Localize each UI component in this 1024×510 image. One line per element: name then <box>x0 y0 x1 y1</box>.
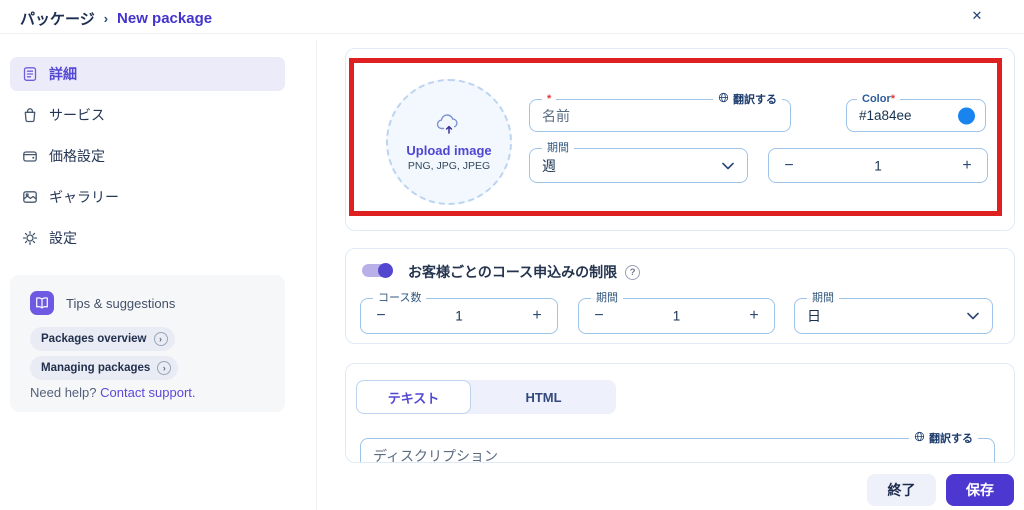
details-card: Upload image PNG, JPG, JPEG * 翻訳する Color… <box>345 48 1015 231</box>
limit-period-unit-label: 期間 <box>807 291 839 305</box>
name-field: * 翻訳する <box>529 92 791 132</box>
sidebar-item-label: 価格設定 <box>49 148 105 164</box>
course-count-stepper: コース数 − 1 + <box>360 291 558 334</box>
duration-stepper: − 1 + <box>768 148 988 183</box>
help-icon[interactable]: ? <box>625 264 641 280</box>
limit-period-unit-value: 日 <box>807 308 821 324</box>
chevron-down-icon <box>967 312 979 320</box>
close-icon[interactable]: ✕ <box>966 5 988 27</box>
duration-unit-label: 期間 <box>542 141 574 155</box>
sidebar-item-services[interactable]: サービス <box>10 98 285 132</box>
translate-button[interactable]: 翻訳する <box>713 92 782 107</box>
help-text: Need help? Contact support. <box>30 385 196 400</box>
sidebar-item-gallery[interactable]: ギャラリー <box>10 180 285 214</box>
document-icon <box>22 66 38 82</box>
sidebar-item-pricing[interactable]: 価格設定 <box>10 139 285 173</box>
course-limit-card: お客様ごとのコース申込みの制限 ? コース数 − 1 + 期間 − 1 + 期間… <box>345 248 1015 344</box>
upload-image-label: Upload image <box>406 143 492 158</box>
new-package-dialog: パッケージ › New package ✕ 詳細 サービス 価格設定 ギャラリー… <box>0 0 1024 510</box>
tips-link-managing-packages[interactable]: Managing packages › <box>30 356 179 380</box>
translate-label: 翻訳する <box>733 93 777 106</box>
translate-label: 翻訳する <box>929 432 973 445</box>
plus-button[interactable]: + <box>517 299 557 333</box>
duration-unit-value: 週 <box>542 157 556 174</box>
gallery-icon <box>22 189 38 205</box>
sidebar-item-label: 詳細 <box>49 66 77 82</box>
description-tabs: テキスト HTML <box>356 380 616 414</box>
upload-image-dropzone[interactable]: Upload image PNG, JPG, JPEG <box>386 79 512 205</box>
description-input[interactable] <box>361 439 994 462</box>
wallet-icon <box>22 148 38 164</box>
header-divider <box>0 33 1024 34</box>
upload-formats-label: PNG, JPG, JPEG <box>407 160 491 172</box>
globe-icon <box>914 431 925 446</box>
tips-title: Tips & suggestions <box>66 295 176 311</box>
sidebar-item-details[interactable]: 詳細 <box>10 57 285 91</box>
chevron-right-icon: › <box>157 361 172 375</box>
tab-text[interactable]: テキスト <box>356 380 471 414</box>
breadcrumb-packages[interactable]: パッケージ <box>20 8 95 29</box>
plus-button[interactable]: + <box>947 149 987 182</box>
globe-icon <box>718 92 729 107</box>
tips-panel: Tips & suggestions Packages overview › M… <box>10 275 285 412</box>
tab-html[interactable]: HTML <box>471 380 616 414</box>
contact-support-link[interactable]: Contact support. <box>100 385 195 400</box>
color-field-label: Color* <box>857 92 901 106</box>
course-limit-toggle[interactable] <box>362 263 393 278</box>
color-field: Color* <box>846 92 986 132</box>
gear-icon <box>22 230 38 246</box>
required-mark: * <box>542 92 557 106</box>
sidebar-item-settings[interactable]: 設定 <box>10 221 285 255</box>
save-button[interactable]: 保存 <box>946 474 1014 506</box>
page-title: New package <box>117 10 213 27</box>
color-swatch[interactable] <box>958 107 975 124</box>
sidebar-item-label: ギャラリー <box>49 189 119 205</box>
finish-button[interactable]: 終了 <box>867 474 936 506</box>
breadcrumb: パッケージ › New package <box>20 8 212 29</box>
course-limit-label: お客様ごとのコース申込みの制限 <box>408 264 618 280</box>
tips-link-label: Managing packages <box>41 362 151 374</box>
breadcrumb-chevron-icon: › <box>103 11 109 26</box>
tips-link-label: Packages overview <box>41 333 147 345</box>
chevron-down-icon <box>722 162 734 170</box>
book-icon <box>30 291 54 315</box>
sidebar-divider <box>316 40 317 510</box>
duration-unit-select[interactable]: 期間 週 <box>529 141 748 183</box>
plus-button[interactable]: + <box>734 299 774 333</box>
cloud-upload-icon <box>435 112 463 141</box>
tips-link-packages-overview[interactable]: Packages overview › <box>30 327 175 351</box>
limit-period-stepper: 期間 − 1 + <box>578 291 775 334</box>
help-prefix: Need help? <box>30 385 97 400</box>
limit-period-unit-select[interactable]: 期間 日 <box>794 291 993 334</box>
bag-icon <box>22 107 38 123</box>
description-card: テキスト HTML 翻訳する <box>345 363 1015 463</box>
translate-button[interactable]: 翻訳する <box>909 431 978 446</box>
sidebar-item-label: 設定 <box>49 230 77 246</box>
toggle-knob <box>378 263 393 278</box>
description-field: 翻訳する <box>360 431 995 462</box>
chevron-right-icon: › <box>153 332 168 346</box>
sidebar-item-label: サービス <box>49 107 105 123</box>
